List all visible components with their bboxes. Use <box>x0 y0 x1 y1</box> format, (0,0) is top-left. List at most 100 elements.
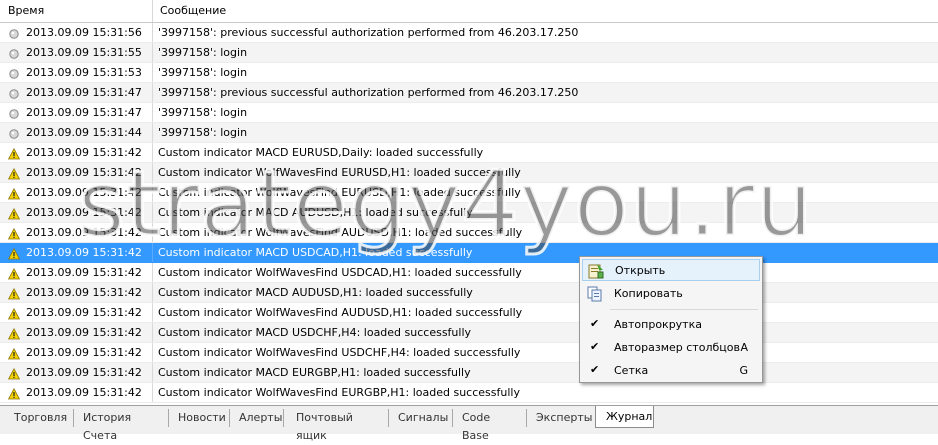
message-cell: '3997158': login <box>158 66 248 79</box>
table-row[interactable]: 2013.09.09 15:31:42 Custom indicator Wolf… <box>0 183 938 203</box>
warning-icon <box>7 247 21 260</box>
time-text: 2013.09.09 15:31:42 <box>26 246 142 259</box>
menu-item-copy[interactable]: Копировать <box>582 283 760 305</box>
time-cell: 2013.09.09 15:31:42 <box>0 203 153 222</box>
table-row[interactable]: 2013.09.09 15:31:42 Custom indicator MACD… <box>0 363 938 383</box>
time-text: 2013.09.09 15:31:42 <box>26 226 142 239</box>
tab-7[interactable]: Эксперты <box>526 409 596 427</box>
time-cell: 2013.09.09 15:31:42 <box>0 303 153 322</box>
table-row[interactable]: 2013.09.09 15:31:42 Custom indicator Wolf… <box>0 263 938 283</box>
info-circle-icon <box>8 87 20 99</box>
time-cell: 2013.09.09 15:31:47 <box>0 83 153 102</box>
warning-icon <box>7 267 21 280</box>
info-circle-icon <box>8 107 20 119</box>
menu-item-autoscroll[interactable]: ✔ Автопрокрутка <box>582 314 760 336</box>
message-cell: Custom indicator MACD EURUSD,Daily: load… <box>158 146 484 159</box>
time-cell: 2013.09.09 15:31:47 <box>0 103 153 122</box>
time-cell: 2013.09.09 15:31:42 <box>0 343 153 362</box>
table-row[interactable]: 2013.09.09 15:31:44 '3997158': login <box>0 123 938 143</box>
column-header-message[interactable]: Сообщение <box>153 0 938 22</box>
time-text: 2013.09.09 15:31:53 <box>26 66 142 79</box>
time-cell: 2013.09.09 15:31:42 <box>0 383 153 402</box>
table-row[interactable]: 2013.09.09 15:31:42 Custom indicator Wolf… <box>0 383 938 403</box>
time-text: 2013.09.09 15:31:42 <box>26 306 142 319</box>
table-row[interactable]: 2013.09.09 15:31:42 Custom indicator MACD… <box>0 243 938 263</box>
tab-1[interactable]: История Счета <box>73 409 169 442</box>
menu-item-grid-shortcut: G <box>739 364 748 377</box>
table-row[interactable]: 2013.09.09 15:31:42 Custom indicator MACD… <box>0 143 938 163</box>
warning-icon <box>7 387 21 400</box>
time-text: 2013.09.09 15:31:42 <box>26 326 142 339</box>
table-row[interactable]: 2013.09.09 15:31:42 Custom indicator MACD… <box>0 203 938 223</box>
tab-8[interactable]: Журнал <box>595 406 654 428</box>
table-row[interactable]: 2013.09.09 15:31:42 Custom indicator MACD… <box>0 283 938 303</box>
warning-icon <box>7 147 21 160</box>
message-cell: Custom indicator WolfWavesFind AUDUSD,H1… <box>158 226 523 239</box>
message-cell: '3997158': login <box>158 126 248 139</box>
table-row[interactable]: 2013.09.09 15:31:47 '3997158': previous s… <box>0 83 938 103</box>
time-text: 2013.09.09 15:31:42 <box>26 146 142 159</box>
info-circle-icon <box>8 67 20 79</box>
menu-item-autosize-label: Авторазмер столбцов <box>614 341 740 354</box>
message-cell: Custom indicator WolfWavesFind EURUSD,H1… <box>158 186 521 199</box>
time-cell: 2013.09.09 15:31:44 <box>0 123 153 142</box>
table-row[interactable]: 2013.09.09 15:31:56 '3997158': previous s… <box>0 23 938 43</box>
info-circle-icon <box>8 127 20 139</box>
journal-log-list[interactable]: 2013.09.09 15:31:56 '3997158': previous s… <box>0 23 938 405</box>
tab-6[interactable]: Code Base <box>452 409 527 442</box>
tab-3[interactable]: Алерты <box>229 409 284 427</box>
time-text: 2013.09.09 15:31:47 <box>26 106 142 119</box>
table-row[interactable]: 2013.09.09 15:31:53 '3997158': login <box>0 63 938 83</box>
message-cell: Custom indicator WolfWavesFind EURUSD,H1… <box>158 166 521 179</box>
info-circle-icon <box>8 27 20 39</box>
time-text: 2013.09.09 15:31:42 <box>26 186 142 199</box>
info-circle-icon <box>8 47 20 59</box>
table-row[interactable]: 2013.09.09 15:31:42 Custom indicator Wolf… <box>0 223 938 243</box>
menu-item-autoscroll-label: Автопрокрутка <box>614 318 702 331</box>
message-cell: Custom indicator WolfWavesFind EURGBP,H1… <box>158 386 520 399</box>
time-text: 2013.09.09 15:31:42 <box>26 346 142 359</box>
time-text: 2013.09.09 15:31:42 <box>26 266 142 279</box>
menu-separator <box>610 309 758 310</box>
column-header-time[interactable]: Время <box>0 0 153 22</box>
message-cell: Custom indicator MACD USDCAD,H1: loaded … <box>158 246 473 259</box>
message-cell: '3997158': previous successful authoriza… <box>158 26 579 39</box>
warning-icon <box>7 187 21 200</box>
table-row[interactable]: 2013.09.09 15:31:42 Custom indicator Wolf… <box>0 343 938 363</box>
tab-0[interactable]: Торговля <box>4 409 74 427</box>
time-text: 2013.09.09 15:31:42 <box>26 366 142 379</box>
table-row[interactable]: 2013.09.09 15:31:42 Custom indicator Wolf… <box>0 303 938 323</box>
time-cell: 2013.09.09 15:31:42 <box>0 243 153 262</box>
tab-2[interactable]: Новости <box>168 409 230 427</box>
time-text: 2013.09.09 15:31:44 <box>26 126 142 139</box>
message-cell: '3997158': previous successful authoriza… <box>158 86 579 99</box>
tab-5[interactable]: Сигналы <box>388 409 453 427</box>
tab-4[interactable]: Почтовый ящик <box>286 409 389 442</box>
checkmark-icon: ✔ <box>590 340 600 353</box>
table-row[interactable]: 2013.09.09 15:31:42 Custom indicator Wolf… <box>0 163 938 183</box>
table-row[interactable]: 2013.09.09 15:31:47 '3997158': login <box>0 103 938 123</box>
table-row[interactable]: 2013.09.09 15:31:55 '3997158': login <box>0 43 938 63</box>
context-menu: Открыть Копировать ✔ Автопрокрутка ✔ Авт… <box>579 256 763 383</box>
menu-item-grid-label: Сетка <box>614 364 649 377</box>
time-cell: 2013.09.09 15:31:42 <box>0 163 153 182</box>
time-cell: 2013.09.09 15:31:55 <box>0 43 153 62</box>
message-cell: '3997158': login <box>158 106 248 119</box>
time-text: 2013.09.09 15:31:42 <box>26 206 142 219</box>
message-cell: Custom indicator MACD AUDUSD,H1: loaded … <box>158 286 473 299</box>
time-text: 2013.09.09 15:31:42 <box>26 386 142 399</box>
journal-table-header: Время Сообщение <box>0 0 938 23</box>
time-cell: 2013.09.09 15:31:56 <box>0 23 153 42</box>
time-cell: 2013.09.09 15:31:42 <box>0 143 153 162</box>
menu-item-grid[interactable]: ✔ Сетка G <box>582 360 760 382</box>
time-cell: 2013.09.09 15:31:42 <box>0 223 153 242</box>
message-cell: '3997158': login <box>158 46 248 59</box>
table-row[interactable]: 2013.09.09 15:31:42 Custom indicator MACD… <box>0 323 938 343</box>
time-cell: 2013.09.09 15:31:53 <box>0 63 153 82</box>
time-text: 2013.09.09 15:31:56 <box>26 26 142 39</box>
time-cell: 2013.09.09 15:31:42 <box>0 283 153 302</box>
menu-item-autosize-columns[interactable]: ✔ Авторазмер столбцов A <box>582 337 760 359</box>
time-cell: 2013.09.09 15:31:42 <box>0 363 153 382</box>
warning-icon <box>7 347 21 360</box>
menu-item-open[interactable]: Открыть <box>582 259 760 281</box>
